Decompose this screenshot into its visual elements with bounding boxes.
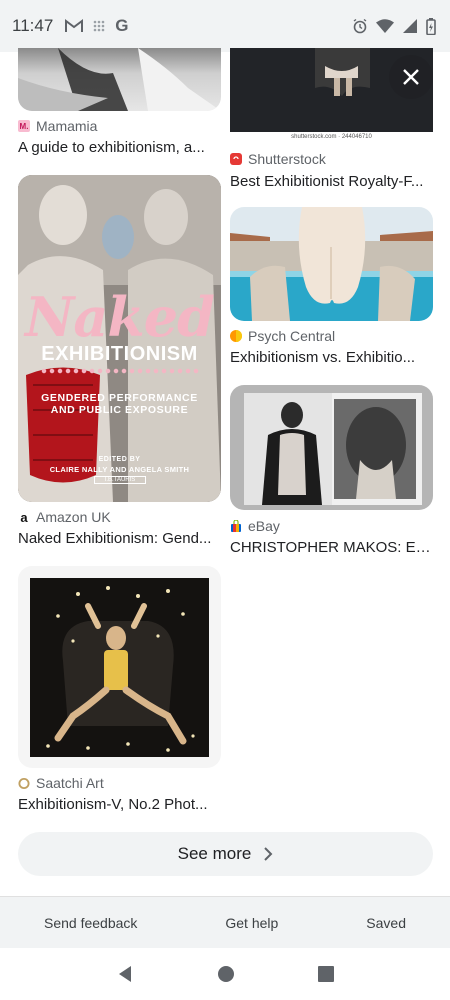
ebay-favicon-icon (230, 520, 242, 532)
book-editors: CLAIRE NALLY AND ANGELA SMITH (49, 465, 190, 474)
source-name: eBay (248, 518, 280, 534)
home-icon[interactable] (217, 965, 235, 983)
mamamia-favicon-icon: M. (18, 120, 30, 132)
result-source-ebay: eBay (230, 518, 280, 534)
see-more-label: See more (177, 844, 252, 863)
result-image-mamamia[interactable] (18, 48, 221, 111)
signal-icon (402, 18, 418, 34)
shutterstock-favicon-icon (230, 153, 242, 165)
status-time: 11:47 (12, 16, 54, 35)
source-name: Amazon UK (36, 509, 111, 525)
book-title-exhibitionism: EXHIBITIONISM (41, 343, 198, 365)
status-bar: 11:47 G (0, 0, 450, 52)
footer: Send feedback Get help Saved (0, 896, 450, 948)
result-source-psychcentral: Psych Central (230, 328, 335, 344)
amazon-favicon-icon: a (18, 510, 30, 525)
source-name: Mamamia (36, 118, 98, 134)
send-feedback-link[interactable]: Send feedback (40, 907, 141, 939)
saatchi-art-favicon-icon (18, 777, 30, 789)
result-image-saatchi[interactable] (18, 566, 221, 768)
saved-link[interactable]: Saved (362, 907, 410, 939)
wifi-icon (376, 19, 394, 33)
result-image-ebay[interactable] (230, 385, 433, 510)
chevron-right-icon (263, 847, 273, 861)
book-subtitle-1: GENDERED PERFORMANCE (41, 392, 198, 404)
source-name: Shutterstock (248, 151, 326, 167)
back-icon[interactable] (116, 965, 134, 983)
result-image-amazon[interactable]: Naked EXHIBITIONISM GENDERED PERFORMANCE… (18, 175, 221, 502)
source-name: Saatchi Art (36, 775, 104, 791)
book-dot-divider (40, 368, 200, 374)
result-title-ebay[interactable]: CHRISTOPHER MAKOS: Ex... (230, 539, 435, 556)
book-publisher: I.B.TAURIS (94, 476, 146, 484)
grid-icon (93, 20, 105, 32)
psych-central-favicon-icon (230, 330, 242, 342)
result-source-amazon: a Amazon UK (18, 509, 111, 525)
alarm-icon (352, 18, 368, 34)
system-nav-bar (0, 948, 450, 1000)
result-title-shutterstock[interactable]: Best Exhibitionist Royalty-F... (230, 173, 435, 190)
source-name: Psych Central (248, 328, 336, 344)
result-source-mamamia: M. Mamamia (18, 118, 97, 134)
result-title-saatchi[interactable]: Exhibitionism-V, No.2 Phot... (18, 796, 223, 813)
book-title-naked: Naked (25, 285, 215, 349)
battery-icon (426, 17, 436, 35)
book-subtitle-2: AND PUBLIC EXPOSURE (50, 404, 189, 416)
recents-icon[interactable] (317, 966, 334, 982)
gmail-icon (65, 19, 84, 33)
book-edited-by: EDITED BY (98, 456, 141, 463)
result-source-saatchi: Saatchi Art (18, 775, 104, 791)
result-title-mamamia[interactable]: A guide to exhibitionism, a... (18, 139, 223, 156)
shutterstock-watermark: shutterstock.com · 244046710 (291, 134, 372, 140)
result-source-shutterstock: Shutterstock (230, 151, 326, 167)
see-more-button[interactable]: See more (18, 832, 433, 876)
result-title-psychcentral[interactable]: Exhibitionism vs. Exhibitio... (230, 349, 420, 366)
result-title-amazon[interactable]: Naked Exhibitionism: Gend... (18, 530, 223, 547)
result-image-psychcentral[interactable] (230, 207, 433, 321)
get-help-link[interactable]: Get help (221, 907, 282, 939)
google-icon: G (115, 16, 129, 35)
close-button[interactable] (389, 55, 433, 99)
close-icon (402, 68, 420, 86)
